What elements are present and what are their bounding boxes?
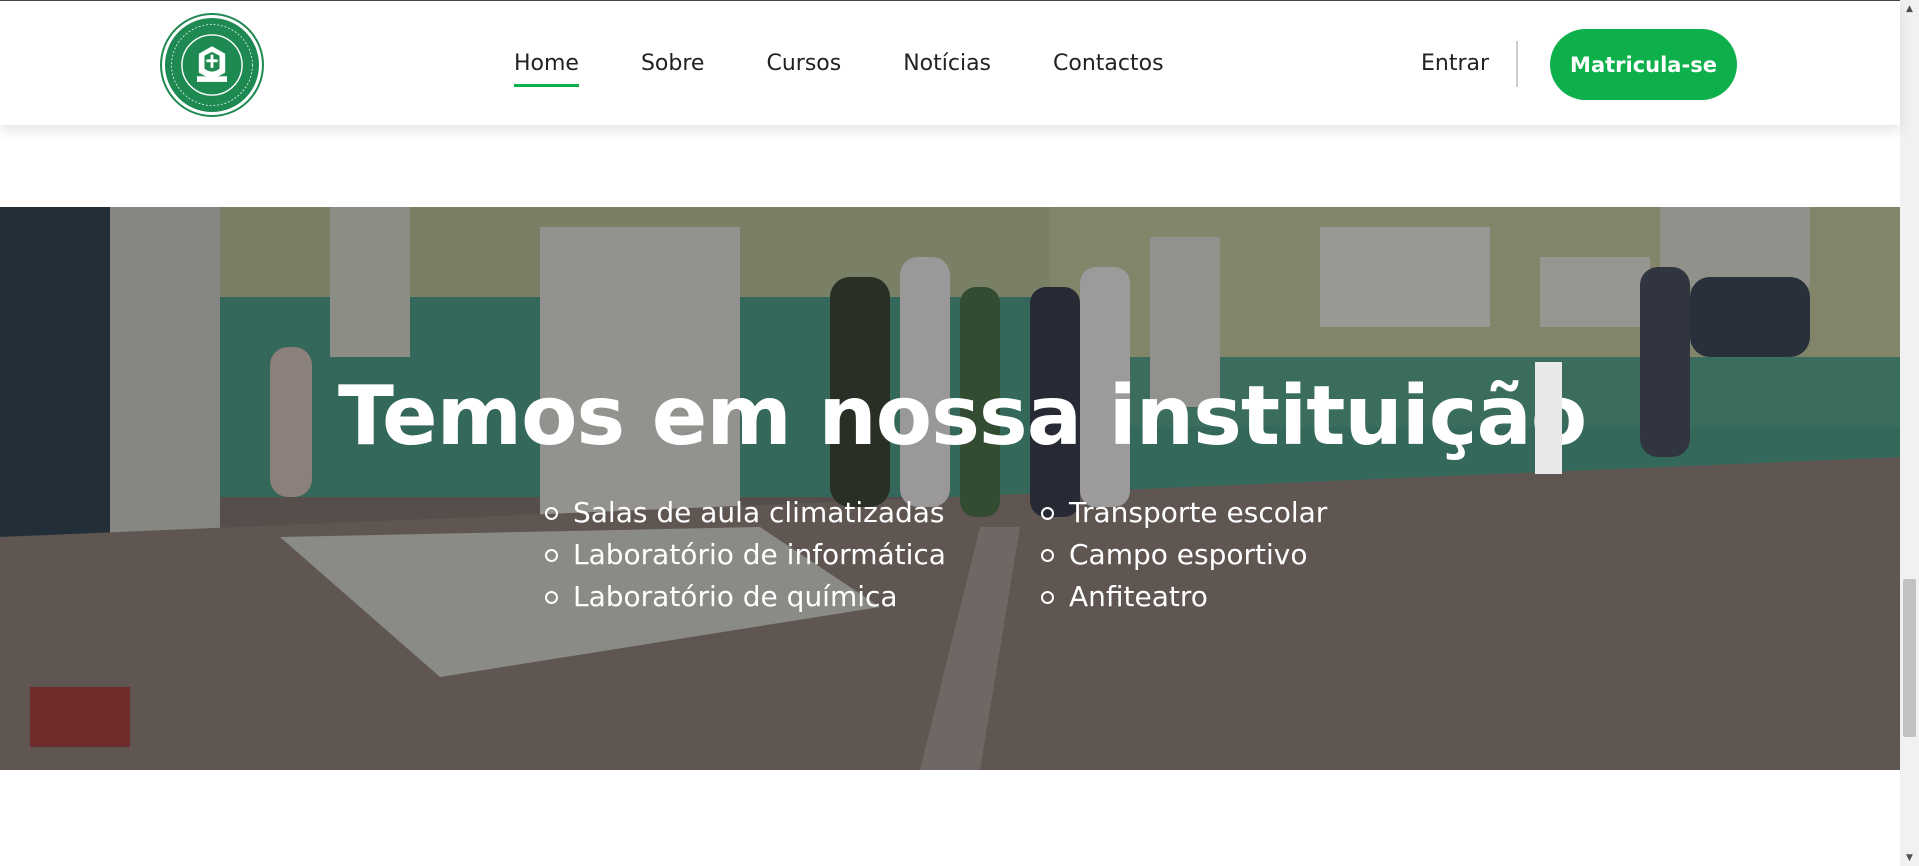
feature-item: Transporte escolar [1041,492,1327,534]
hero-headline: Temos em nossa instituição [338,369,1587,464]
circle-outline-icon [1041,549,1054,562]
circle-outline-icon [1041,591,1054,604]
scroll-up-icon[interactable]: ▲ [1900,0,1919,17]
typing-cursor [1535,362,1562,474]
scrollbar-thumb[interactable] [1903,579,1916,737]
feature-item: Anfiteatro [1041,576,1327,618]
site-header: Home Sobre Cursos Notícias Contactos Ent… [0,0,1900,125]
school-logo[interactable] [162,15,262,115]
school-emblem-icon [167,20,257,110]
nav-noticias[interactable]: Notícias [903,49,991,81]
hero-section: Temos em nossa instituição Salas de aula… [0,207,1900,770]
circle-outline-icon [545,591,558,604]
feature-item: Campo esportivo [1041,534,1327,576]
page-scrollbar[interactable]: ▲ ▼ [1900,0,1919,866]
nav-cursos[interactable]: Cursos [766,49,841,81]
features-left: Salas de aula climatizadas Laboratório d… [545,492,946,618]
nav-contactos[interactable]: Contactos [1053,49,1164,81]
main-nav: Home Sobre Cursos Notícias Contactos [514,49,1226,87]
header-divider [1516,41,1518,87]
feature-item: Laboratório de informática [545,534,946,576]
page: Home Sobre Cursos Notícias Contactos Ent… [0,0,1900,866]
circle-outline-icon [1041,507,1054,520]
login-link[interactable]: Entrar [1421,49,1489,79]
hero-overlay [0,207,1900,770]
features-right: Transporte escolar Campo esportivo Anfit… [1041,492,1327,618]
nav-home[interactable]: Home [514,49,579,87]
feature-item: Laboratório de química [545,576,946,618]
circle-outline-icon [545,507,558,520]
nav-sobre[interactable]: Sobre [641,49,705,81]
feature-item: Salas de aula climatizadas [545,492,946,534]
enroll-button[interactable]: Matricula-se [1550,29,1737,100]
circle-outline-icon [545,549,558,562]
scroll-down-icon[interactable]: ▼ [1900,849,1919,866]
